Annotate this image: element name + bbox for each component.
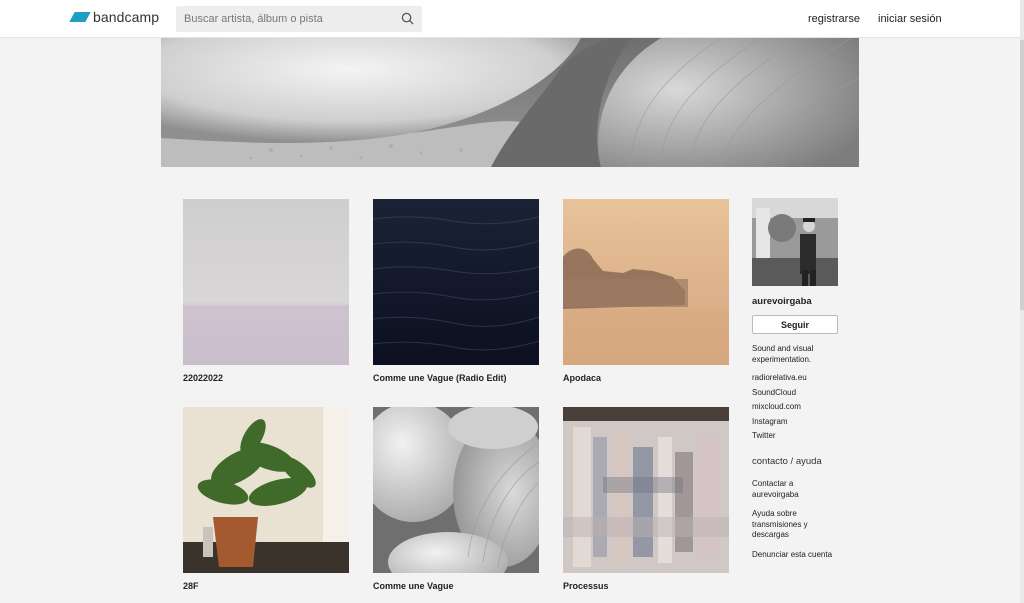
album-item[interactable]: 22022022 bbox=[183, 199, 349, 383]
artist-sidebar: aurevoirgaba Seguir Sound and visual exp… bbox=[752, 198, 840, 559]
scrollbar-thumb[interactable] bbox=[1020, 40, 1024, 310]
album-title[interactable]: Comme une Vague bbox=[373, 581, 454, 591]
artist-banner-image bbox=[161, 38, 859, 167]
album-cover[interactable] bbox=[563, 407, 729, 573]
signup-link[interactable]: registrarse bbox=[808, 13, 860, 25]
artist-avatar[interactable] bbox=[752, 198, 838, 286]
link-soundcloud[interactable]: SoundCloud bbox=[752, 388, 838, 403]
contact-links: Contactar a aurevoirgaba Ayuda sobre tra… bbox=[752, 479, 842, 569]
logo-text: bandcamp bbox=[93, 9, 160, 25]
link-twitter[interactable]: Twitter bbox=[752, 431, 838, 446]
scrollbar[interactable] bbox=[1020, 0, 1024, 603]
album-item[interactable]: Processus bbox=[563, 407, 729, 591]
search-icon[interactable] bbox=[401, 12, 414, 25]
album-item[interactable]: Comme une Vague bbox=[373, 407, 539, 591]
album-cover[interactable] bbox=[183, 199, 349, 365]
album-title[interactable]: 22022022 bbox=[183, 373, 223, 383]
link-mixcloud[interactable]: mixcloud.com bbox=[752, 402, 838, 417]
link-radiorelativa[interactable]: radiorelativa.eu bbox=[752, 373, 838, 388]
artist-links: radiorelativa.eu SoundCloud mixcloud.com… bbox=[752, 373, 838, 446]
album-cover[interactable] bbox=[373, 407, 539, 573]
contact-artist-link[interactable]: Contactar a aurevoirgaba bbox=[752, 479, 842, 500]
bandcamp-logo-icon bbox=[69, 12, 91, 22]
album-cover[interactable] bbox=[183, 407, 349, 573]
link-instagram[interactable]: Instagram bbox=[752, 417, 838, 432]
contact-heading: contacto / ayuda bbox=[752, 456, 822, 467]
album-item[interactable]: 28F bbox=[183, 407, 349, 591]
album-item[interactable]: Apodaca bbox=[563, 199, 729, 383]
album-title[interactable]: Processus bbox=[563, 581, 609, 591]
album-cover[interactable] bbox=[563, 199, 729, 365]
album-title[interactable]: Apodaca bbox=[563, 373, 601, 383]
album-title[interactable]: 28F bbox=[183, 581, 199, 591]
search-box bbox=[176, 6, 422, 32]
album-title[interactable]: Comme une Vague (Radio Edit) bbox=[373, 373, 507, 383]
follow-button[interactable]: Seguir bbox=[752, 315, 838, 334]
search-input[interactable] bbox=[176, 6, 396, 32]
bandcamp-logo[interactable]: bandcamp bbox=[69, 9, 160, 25]
top-navigation-bar: bandcamp registrarse iniciar sesión bbox=[0, 0, 1024, 38]
album-item[interactable]: Comme une Vague (Radio Edit) bbox=[373, 199, 539, 383]
album-cover[interactable] bbox=[373, 199, 539, 365]
artist-name[interactable]: aurevoirgaba bbox=[752, 296, 812, 307]
artist-bio: Sound and visual experimentation. bbox=[752, 344, 814, 364]
report-account-link[interactable]: Denunciar esta cuenta bbox=[752, 550, 842, 561]
login-link[interactable]: iniciar sesión bbox=[878, 13, 942, 25]
help-streaming-link[interactable]: Ayuda sobre transmisiones y descargas bbox=[752, 509, 842, 541]
